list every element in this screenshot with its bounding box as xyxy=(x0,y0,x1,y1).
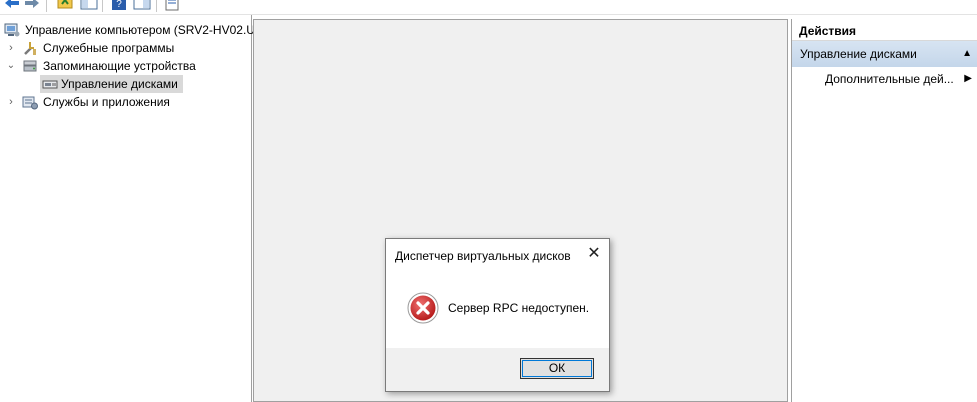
dialog-title: Диспетчер виртуальных дисков xyxy=(395,249,571,263)
dialog-footer: ОК xyxy=(386,348,609,391)
properties-icon[interactable] xyxy=(164,0,180,12)
storage-icon xyxy=(23,60,37,72)
console-tree: Управление компьютером (SRV2-HV02.U › Сл… xyxy=(0,15,255,402)
show-hide-tree-icon[interactable] xyxy=(80,0,98,12)
collapse-up-icon[interactable]: ▲ xyxy=(962,41,972,67)
tree-item-label: Службы и приложения xyxy=(43,95,170,109)
chevron-right-icon[interactable]: › xyxy=(6,93,16,111)
action-label: Дополнительные дей... xyxy=(825,72,954,86)
svg-text:?: ? xyxy=(116,0,122,10)
ok-button[interactable]: ОК xyxy=(520,358,594,379)
actions-section-label: Управление дисками xyxy=(800,47,917,61)
toolbar: ? xyxy=(0,0,977,15)
up-folder-icon[interactable] xyxy=(57,0,73,12)
chevron-right-icon[interactable]: › xyxy=(6,39,16,57)
tree-item-system-tools[interactable]: › Служебные программы xyxy=(0,39,250,57)
dialog-body: Сервер RPC недоступен. xyxy=(386,279,609,349)
tree-item-storage[interactable]: ⌄ Запоминающие устройства xyxy=(0,57,250,75)
dialog-message: Сервер RPC недоступен. xyxy=(448,301,590,315)
tree-item-services-apps[interactable]: › Службы и приложения xyxy=(0,93,250,111)
back-arrow-icon[interactable] xyxy=(3,0,21,12)
action-more-actions[interactable]: Дополнительные дей... ▶ xyxy=(792,67,977,91)
error-dialog: Диспетчер виртуальных дисков ✕ Сервер RP… xyxy=(385,238,610,392)
actions-header: Действия xyxy=(792,19,977,41)
close-icon[interactable]: ✕ xyxy=(579,239,609,269)
forward-arrow-icon[interactable] xyxy=(23,0,41,12)
actions-pane: Действия Управление дисками ▲ Дополнител… xyxy=(791,19,977,402)
actions-section-disk-management[interactable]: Управление дисками ▲ xyxy=(792,41,977,67)
disk-management-icon xyxy=(42,80,58,89)
tree-item-disk-management[interactable]: Управление дисками xyxy=(0,75,250,93)
error-icon xyxy=(407,292,439,324)
tree-item-label: Управление дисками xyxy=(61,77,178,91)
submenu-arrow-icon: ▶ xyxy=(964,73,972,84)
tree-item-label: Служебные программы xyxy=(43,41,175,55)
tools-icon xyxy=(24,42,36,55)
tree-root-label: Управление компьютером (SRV2-HV02.U xyxy=(25,23,255,37)
computer-management-icon xyxy=(4,23,20,37)
tree-item-label: Запоминающие устройства xyxy=(43,59,196,73)
chevron-down-icon[interactable]: ⌄ xyxy=(6,57,16,75)
services-icon xyxy=(22,96,38,110)
show-hide-action-pane-icon[interactable] xyxy=(133,0,151,12)
help-icon[interactable]: ? xyxy=(111,0,127,12)
